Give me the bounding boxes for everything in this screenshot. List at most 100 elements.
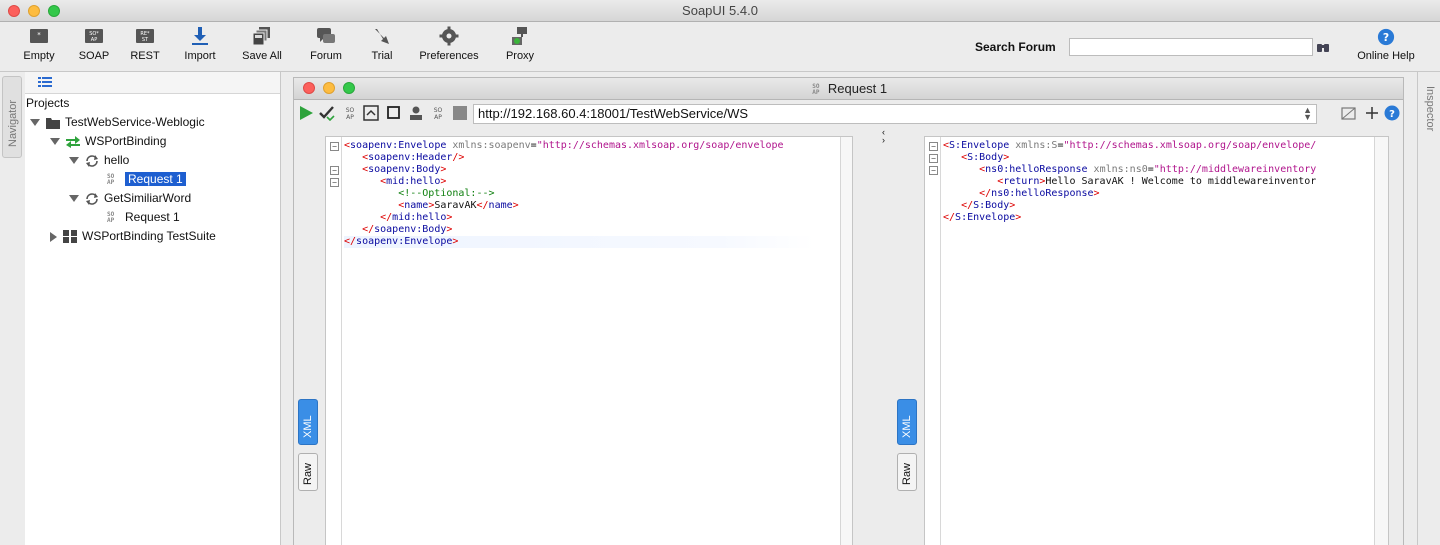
navigator-tab[interactable]: Navigator	[2, 76, 22, 158]
fold-toggle-icon[interactable]: −	[330, 166, 339, 175]
trial-button[interactable]: Trial	[366, 26, 398, 62]
maximize-request-button[interactable]	[343, 82, 355, 94]
fold-toggle-icon[interactable]: −	[929, 142, 938, 151]
search-forum-input[interactable]	[1069, 38, 1313, 56]
code-line: <mid:hello>	[380, 176, 447, 187]
response-xml-tab[interactable]: XML	[897, 399, 917, 445]
svg-text:?: ?	[1389, 109, 1395, 120]
operation-icon	[86, 154, 98, 167]
forum-icon	[317, 28, 335, 43]
expand-arrow-icon[interactable]	[69, 195, 79, 203]
zoom-window-button[interactable]	[48, 5, 60, 17]
chevron-updown-icon[interactable]: ▲ ▼	[1303, 106, 1312, 122]
code-line: <S:Body>	[961, 152, 1010, 163]
tree-item-operation-getsimiliarword[interactable]: GetSimiliarWord	[69, 189, 191, 208]
run-request-icon[interactable]	[298, 105, 314, 121]
forum-button[interactable]: Forum	[306, 26, 346, 62]
operation-icon	[86, 192, 98, 205]
code-line: <ns0:helloResponse xmlns:ns0="http://mid…	[979, 164, 1317, 175]
request-title-bar: SO AP Request 1	[294, 78, 1403, 100]
tile-editors-icon[interactable]	[1341, 105, 1357, 121]
code-line: <name>SaravAK</name>	[398, 200, 519, 211]
testsuite-icon	[63, 230, 77, 244]
endpoint-select[interactable]: http://192.168.60.4:18001/TestWebService…	[473, 104, 1317, 124]
tree-item-operation-hello[interactable]: hello	[69, 151, 129, 170]
navigator-header	[25, 72, 280, 94]
svg-text:SO: SO	[346, 107, 355, 114]
expand-arrow-icon[interactable]	[30, 119, 40, 127]
trial-icon	[375, 29, 389, 44]
import-button[interactable]: Import	[180, 26, 220, 62]
vertical-scrollbar[interactable]	[1374, 137, 1388, 545]
vertical-scrollbar[interactable]	[840, 137, 852, 545]
inspector-panel[interactable]: Inspector	[1417, 72, 1440, 545]
request-toolbar: SO AP SO AP http://192.168.60.4:18001/Test…	[294, 101, 1403, 127]
proxy-button[interactable]: Proxy	[502, 26, 538, 62]
tree-item-request-getsimiliarword[interactable]: SO AP Request 1	[107, 208, 180, 227]
add-icon[interactable]	[1364, 105, 1380, 121]
expand-arrow-icon[interactable]	[69, 157, 79, 165]
minimize-window-button[interactable]	[28, 5, 40, 17]
soap-project-button[interactable]: SO* AP SOAP	[76, 26, 112, 62]
svg-text:AP: AP	[346, 114, 354, 121]
search-forum-label: Search Forum	[975, 40, 1056, 54]
tree-item-testsuite[interactable]: WSPortBinding TestSuite	[50, 227, 216, 246]
fold-toggle-icon[interactable]: −	[929, 166, 938, 175]
add-assertion-icon[interactable]	[319, 105, 335, 121]
soap-request-icon: SO AP	[107, 210, 115, 224]
user-credentials-icon[interactable]	[408, 105, 424, 121]
splitter-toggle-icon[interactable]: ‹ ›	[882, 128, 885, 145]
rest-project-button[interactable]: RE* ST REST	[128, 26, 162, 62]
code-line: </S:Envelope>	[943, 212, 1022, 223]
code-line: </S:Body>	[961, 200, 1016, 211]
code-line: </mid:hello>	[380, 212, 453, 223]
empty-project-button[interactable]: * Empty	[20, 26, 58, 62]
collapse-arrow-icon[interactable]	[50, 231, 57, 242]
request-xml-editor[interactable]: − − − <soapenv:Envelope xmlns:soapenv="h…	[325, 136, 853, 545]
search-binoculars-icon[interactable]	[1316, 40, 1330, 54]
save-all-icon	[252, 27, 270, 46]
fold-toggle-icon[interactable]: −	[330, 178, 339, 187]
request-raw-tab[interactable]: Raw	[298, 453, 318, 491]
code-line: <soapenv:Header/>	[362, 152, 465, 163]
response-xml-editor[interactable]: − − − <S:Envelope xmlns:S="http://schema…	[924, 136, 1389, 545]
tree-item-project[interactable]: TestWebService-Weblogic	[30, 113, 205, 132]
editor-gutter: − − −	[326, 137, 342, 545]
gear-icon	[439, 26, 459, 46]
fold-toggle-icon[interactable]: −	[330, 142, 339, 151]
svg-text:?: ?	[1383, 31, 1389, 44]
list-view-icon[interactable]	[38, 77, 52, 88]
editor-gutter: − − −	[925, 137, 941, 545]
tree-item-request-hello[interactable]: SO AP Request 1	[107, 170, 186, 189]
response-raw-tab[interactable]: Raw	[897, 453, 917, 491]
tree-item-interface[interactable]: WSPortBinding	[50, 132, 166, 151]
folder-icon	[46, 117, 60, 129]
proxy-icon	[512, 27, 527, 45]
window-title-bar: SoapUI 5.4.0	[0, 0, 1440, 22]
online-help-button[interactable]: ? Online Help	[1352, 28, 1420, 62]
preferences-button[interactable]: Preferences	[416, 26, 482, 62]
clone-request-icon[interactable]	[386, 105, 402, 121]
projects-root-label: Projects	[26, 96, 70, 110]
navigator-panel: Projects TestWebService-Weblogic WSPortB…	[25, 72, 281, 545]
window-title: SoapUI 5.4.0	[682, 3, 758, 18]
code-line: </soapenv:Body>	[362, 224, 453, 235]
minimize-request-button[interactable]	[323, 82, 335, 94]
code-line: </soapenv:Envelope>	[344, 236, 814, 248]
close-request-button[interactable]	[303, 82, 315, 94]
help-icon[interactable]: ?	[1384, 105, 1400, 121]
svg-text:*: *	[37, 31, 41, 39]
svg-text:ST: ST	[142, 37, 149, 43]
cancel-request-icon[interactable]	[452, 105, 468, 121]
expand-arrow-icon[interactable]	[50, 138, 60, 146]
fold-toggle-icon[interactable]: −	[929, 154, 938, 163]
save-all-button[interactable]: Save All	[240, 26, 284, 62]
help-icon: ?	[1377, 28, 1395, 46]
empty-project-icon: *	[30, 29, 48, 43]
soap-options-icon[interactable]: SOAP	[430, 105, 446, 121]
request-xml-tab[interactable]: XML	[298, 399, 318, 445]
close-window-button[interactable]	[8, 5, 20, 17]
add-to-testcase-icon[interactable]: SOAP	[342, 105, 358, 121]
interface-icon	[66, 135, 80, 148]
create-empty-request-icon[interactable]	[363, 105, 379, 121]
